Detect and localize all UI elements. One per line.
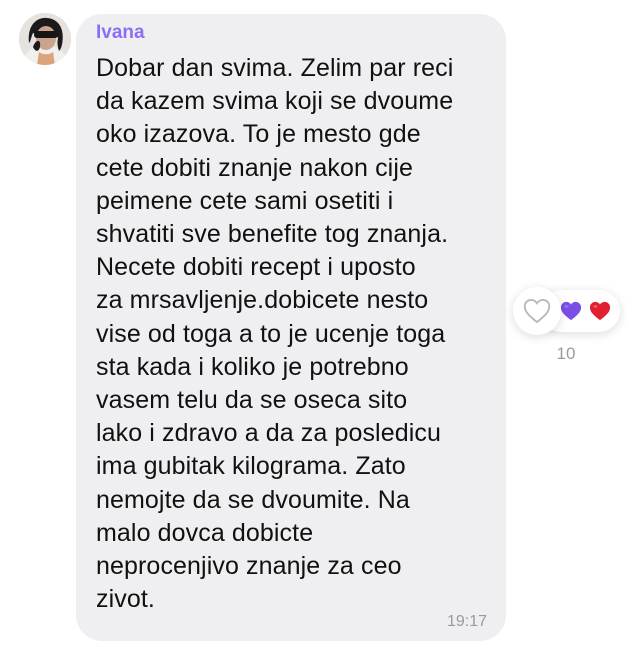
avatar-photo (19, 13, 71, 65)
heart-outline-icon (523, 298, 551, 324)
message-bubble[interactable]: Ivana Dobar dan svima. Zelim par reci da… (76, 14, 506, 641)
message-timestamp: 19:17 (446, 613, 487, 630)
message-text: Dobar dan svima. Zelim par reci da kazem… (96, 54, 454, 614)
red-heart-icon (589, 301, 611, 321)
sender-name: Ivana (96, 22, 145, 43)
purple-heart-icon (560, 301, 582, 321)
add-reaction-button[interactable] (513, 287, 561, 335)
reaction-count[interactable]: 10 (554, 344, 578, 364)
sender-avatar[interactable] (19, 13, 71, 65)
